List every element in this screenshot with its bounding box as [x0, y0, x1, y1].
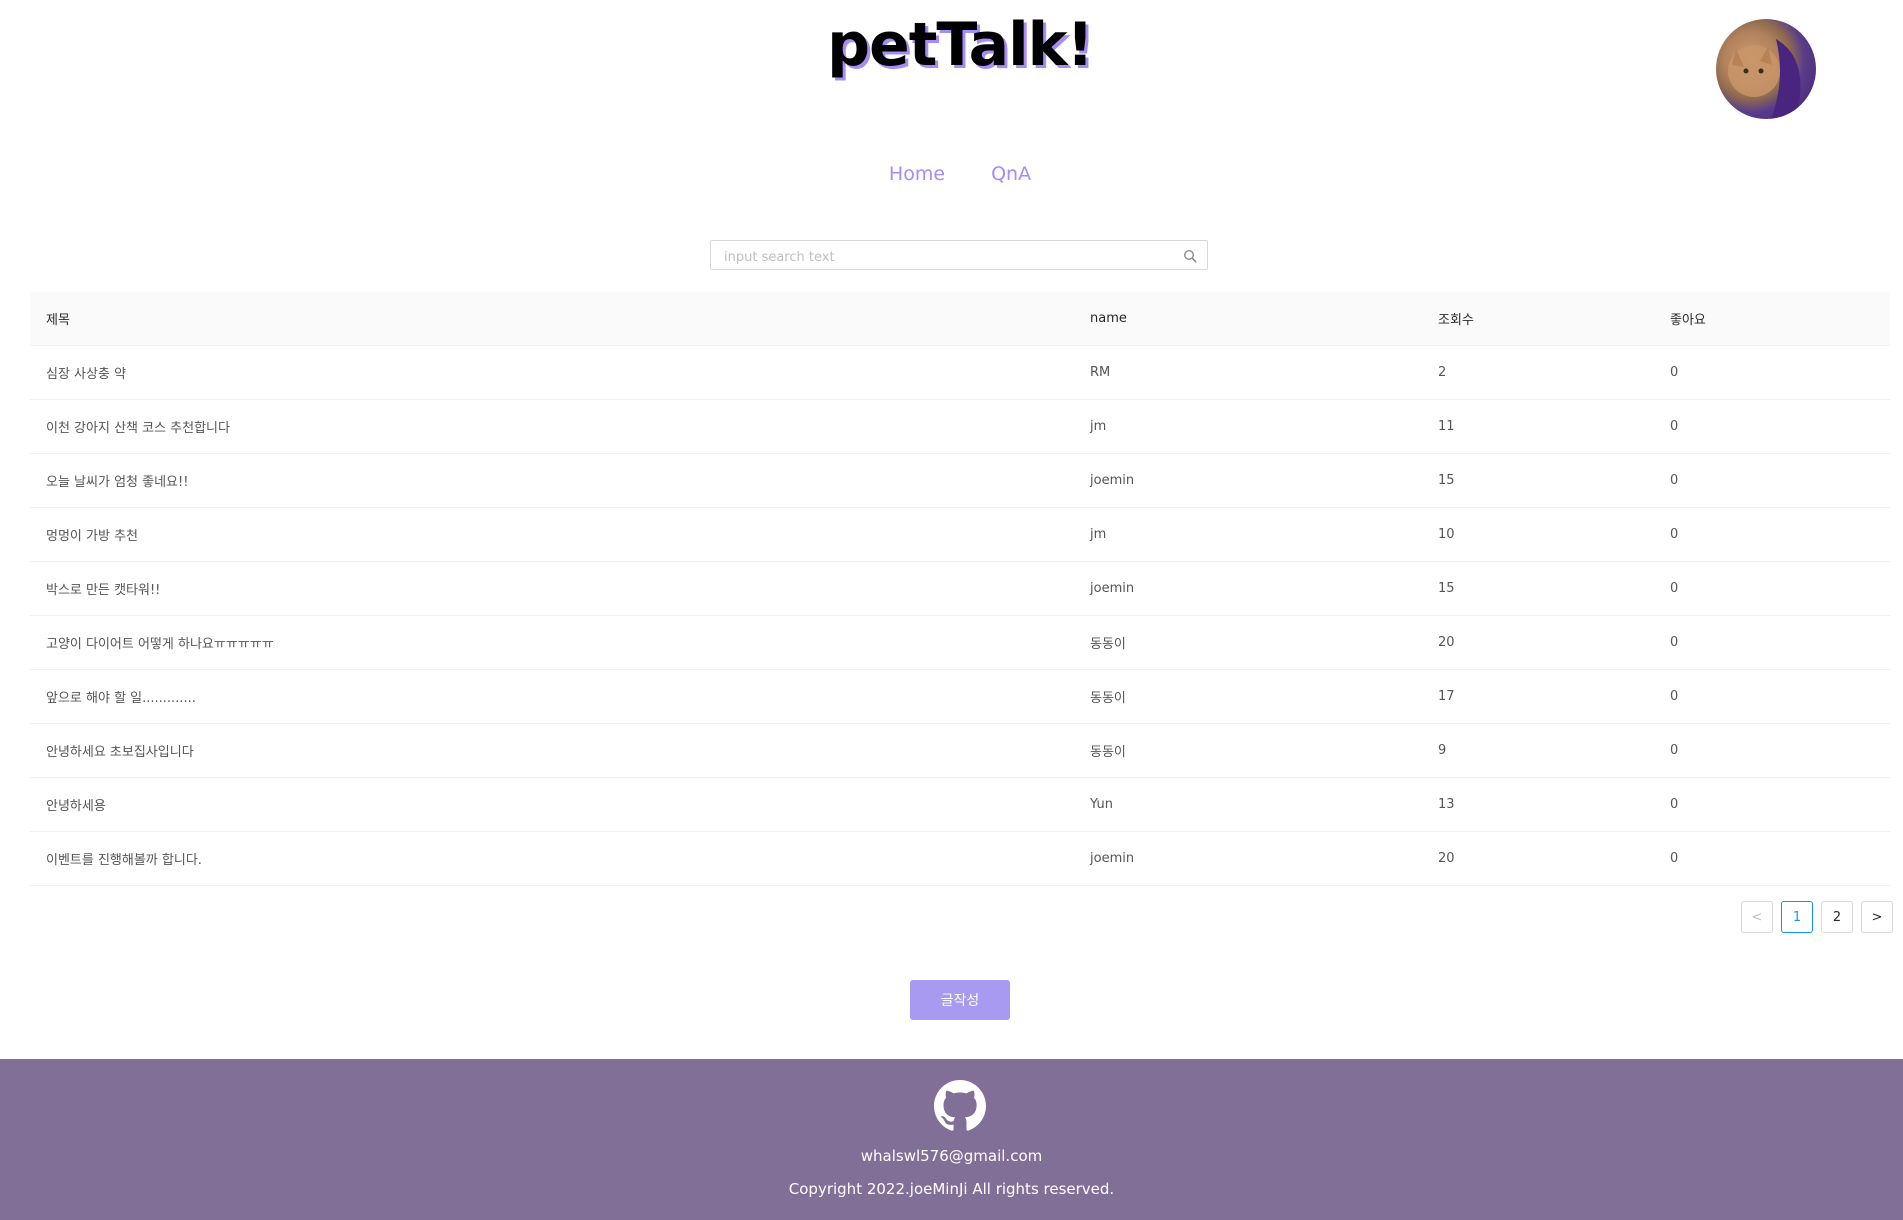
post-author: joemin: [1074, 831, 1422, 886]
post-likes: 0: [1654, 561, 1890, 616]
post-table: 제목 name 조회수 좋아요 심장 사상충 약 RM 2 0 이천 강아지 산…: [30, 292, 1890, 886]
post-title[interactable]: 앞으로 해야 할 일.............: [30, 669, 1074, 724]
github-icon[interactable]: [934, 1080, 986, 1132]
pagination: < 1 2 >: [1741, 901, 1893, 933]
footer-copyright: Copyright 2022.joeMinJi All rights reser…: [788, 1180, 1115, 1198]
post-views: 13: [1422, 777, 1654, 832]
main-nav: Home QnA: [0, 163, 1903, 185]
post-likes: 0: [1654, 831, 1890, 886]
post-title[interactable]: 멍멍이 가방 추천: [30, 507, 1074, 562]
column-header-views: 조회수: [1422, 292, 1654, 346]
post-title[interactable]: 이벤트를 진행해볼까 합니다.: [30, 831, 1074, 886]
post-author: joemin: [1074, 453, 1422, 508]
post-title[interactable]: 오늘 날씨가 엄청 좋네요!!: [30, 453, 1074, 508]
post-likes: 0: [1654, 453, 1890, 508]
avatar-cat-image: [1728, 39, 1801, 119]
post-likes: 0: [1654, 669, 1890, 724]
site-logo[interactable]: petTalk!: [0, 10, 1903, 80]
nav-qna-link[interactable]: QnA: [991, 163, 1031, 185]
post-views: 9: [1422, 723, 1654, 778]
table-row[interactable]: 고양이 다이어트 어떻게 하나요ㅠㅠㅠㅠㅠ 동동이 20 0: [30, 615, 1890, 670]
post-author: RM: [1074, 345, 1422, 400]
prev-page-button[interactable]: <: [1741, 901, 1773, 933]
post-author: Yun: [1074, 777, 1422, 832]
table-row[interactable]: 박스로 만든 캣타워!! joemin 15 0: [30, 561, 1890, 616]
table-row[interactable]: 이천 강아지 산책 코스 추천합니다 jm 11 0: [30, 399, 1890, 454]
post-author: joemin: [1074, 561, 1422, 616]
post-views: 11: [1422, 399, 1654, 454]
post-likes: 0: [1654, 723, 1890, 778]
post-likes: 0: [1654, 399, 1890, 454]
user-avatar[interactable]: [1716, 19, 1816, 119]
post-views: 2: [1422, 345, 1654, 400]
post-likes: 0: [1654, 615, 1890, 670]
footer-email: whalswl576@gmail.com: [860, 1147, 1043, 1165]
post-author: 동동이: [1074, 669, 1422, 724]
post-title[interactable]: 박스로 만든 캣타워!!: [30, 561, 1074, 616]
post-views: 15: [1422, 561, 1654, 616]
table-row[interactable]: 오늘 날씨가 엄청 좋네요!! joemin 15 0: [30, 453, 1890, 508]
post-views: 20: [1422, 615, 1654, 670]
table-header-row: 제목 name 조회수 좋아요: [30, 292, 1890, 346]
table-row[interactable]: 이벤트를 진행해볼까 합니다. joemin 20 0: [30, 831, 1890, 886]
post-title[interactable]: 심장 사상충 약: [30, 345, 1074, 400]
page-button-2[interactable]: 2: [1821, 901, 1853, 933]
page-button-1[interactable]: 1: [1781, 901, 1813, 933]
post-title[interactable]: 안녕하세요 초보집사입니다: [30, 723, 1074, 778]
column-header-likes: 좋아요: [1654, 292, 1890, 346]
table-row[interactable]: 심장 사상충 약 RM 2 0: [30, 345, 1890, 400]
post-views: 15: [1422, 453, 1654, 508]
site-footer: whalswl576@gmail.com Copyright 2022.joeM…: [0, 1059, 1903, 1220]
next-page-button[interactable]: >: [1861, 901, 1893, 933]
post-author: 동동이: [1074, 723, 1422, 778]
post-views: 10: [1422, 507, 1654, 562]
column-header-name: name: [1074, 292, 1422, 346]
table-row[interactable]: 앞으로 해야 할 일............. 동동이 17 0: [30, 669, 1890, 724]
post-likes: 0: [1654, 777, 1890, 832]
post-author: jm: [1074, 507, 1422, 562]
column-header-title: 제목: [30, 292, 1074, 346]
post-views: 17: [1422, 669, 1654, 724]
post-title[interactable]: 고양이 다이어트 어떻게 하나요ㅠㅠㅠㅠㅠ: [30, 615, 1074, 670]
table-row[interactable]: 멍멍이 가방 추천 jm 10 0: [30, 507, 1890, 562]
search-icon[interactable]: [1183, 248, 1197, 263]
post-likes: 0: [1654, 345, 1890, 400]
nav-home-link[interactable]: Home: [889, 163, 945, 185]
post-views: 20: [1422, 831, 1654, 886]
table-row[interactable]: 안녕하세용 Yun 13 0: [30, 777, 1890, 832]
post-author: jm: [1074, 399, 1422, 454]
post-title[interactable]: 안녕하세용: [30, 777, 1074, 832]
post-likes: 0: [1654, 507, 1890, 562]
search-box: [710, 240, 1208, 270]
table-row[interactable]: 안녕하세요 초보집사입니다 동동이 9 0: [30, 723, 1890, 778]
post-author: 동동이: [1074, 615, 1422, 670]
post-title[interactable]: 이천 강아지 산책 코스 추천합니다: [30, 399, 1074, 454]
write-post-button[interactable]: 글작성: [910, 980, 1010, 1020]
search-input[interactable]: [722, 246, 1166, 268]
